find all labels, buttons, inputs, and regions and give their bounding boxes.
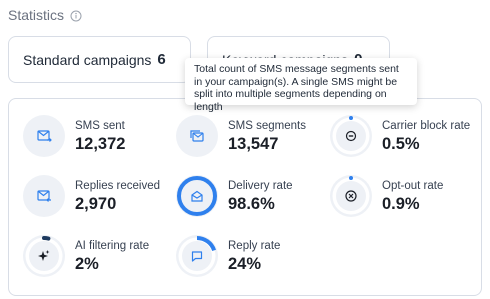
stat-reply-rate: Reply rate 24% (176, 235, 280, 277)
stat-value: 13,547 (228, 134, 279, 153)
stat-label: Delivery rate (228, 179, 293, 192)
stat-label: AI filtering rate (75, 239, 150, 252)
stat-label: SMS segments (228, 119, 306, 132)
stats-panel: SMS sent 12,372 SMS segments 13,547 Carr… (8, 98, 482, 296)
sparkle-icon (23, 235, 65, 277)
stat-carrier-block-rate: Carrier block rate 0.5% (330, 115, 470, 157)
standard-campaigns-count: 6 (157, 51, 166, 68)
stat-progress-ring (176, 235, 218, 277)
sms-segments-tooltip: Total count of SMS message segments sent… (185, 58, 417, 113)
envelope-reply-icon (23, 175, 65, 217)
stat-label: Carrier block rate (382, 119, 471, 132)
envelope-send-icon (23, 115, 65, 157)
block-icon (330, 115, 372, 157)
statistics-header: Statistics (8, 5, 82, 25)
stat-value: 2,970 (75, 194, 117, 213)
page-title: Statistics (8, 7, 65, 23)
segments-icon (176, 115, 218, 157)
stat-value: 0.5% (382, 134, 420, 153)
stat-progress-ring (176, 175, 218, 217)
standard-campaigns-card[interactable]: Standard campaigns 6 (8, 36, 191, 83)
stat-progress-ring (330, 175, 372, 217)
open-envelope-icon (176, 175, 218, 217)
standard-campaigns-label: Standard campaigns (23, 51, 152, 68)
stat-value: 2% (75, 254, 99, 273)
cancel-circle-icon (330, 175, 372, 217)
stat-value: 0.9% (382, 194, 420, 213)
stat-label: SMS sent (75, 119, 125, 132)
stat-progress-ring (330, 115, 372, 157)
info-icon[interactable] (70, 9, 82, 22)
stat-icon-badge (176, 115, 218, 157)
stat-ai-filtering-rate: AI filtering rate 2% (23, 235, 149, 277)
stat-delivery-rate: Delivery rate 98.6% (176, 175, 293, 217)
chat-bubble-icon (176, 235, 218, 277)
stat-value: 12,372 (75, 134, 126, 153)
stat-label: Opt-out rate (382, 179, 444, 192)
stat-opt-out-rate: Opt-out rate 0.9% (330, 175, 443, 217)
stat-icon-badge (23, 175, 65, 217)
stat-sms-segments: SMS segments 13,547 (176, 115, 306, 157)
stat-icon-badge (23, 115, 65, 157)
stat-value: 24% (228, 254, 262, 273)
stat-sms-sent: SMS sent 12,372 (23, 115, 125, 157)
stat-replies-received: Replies received 2,970 (23, 175, 160, 217)
stat-label: Replies received (75, 179, 161, 192)
stat-value: 98.6% (228, 194, 275, 213)
stat-label: Reply rate (228, 239, 281, 252)
stat-progress-ring (23, 235, 65, 277)
